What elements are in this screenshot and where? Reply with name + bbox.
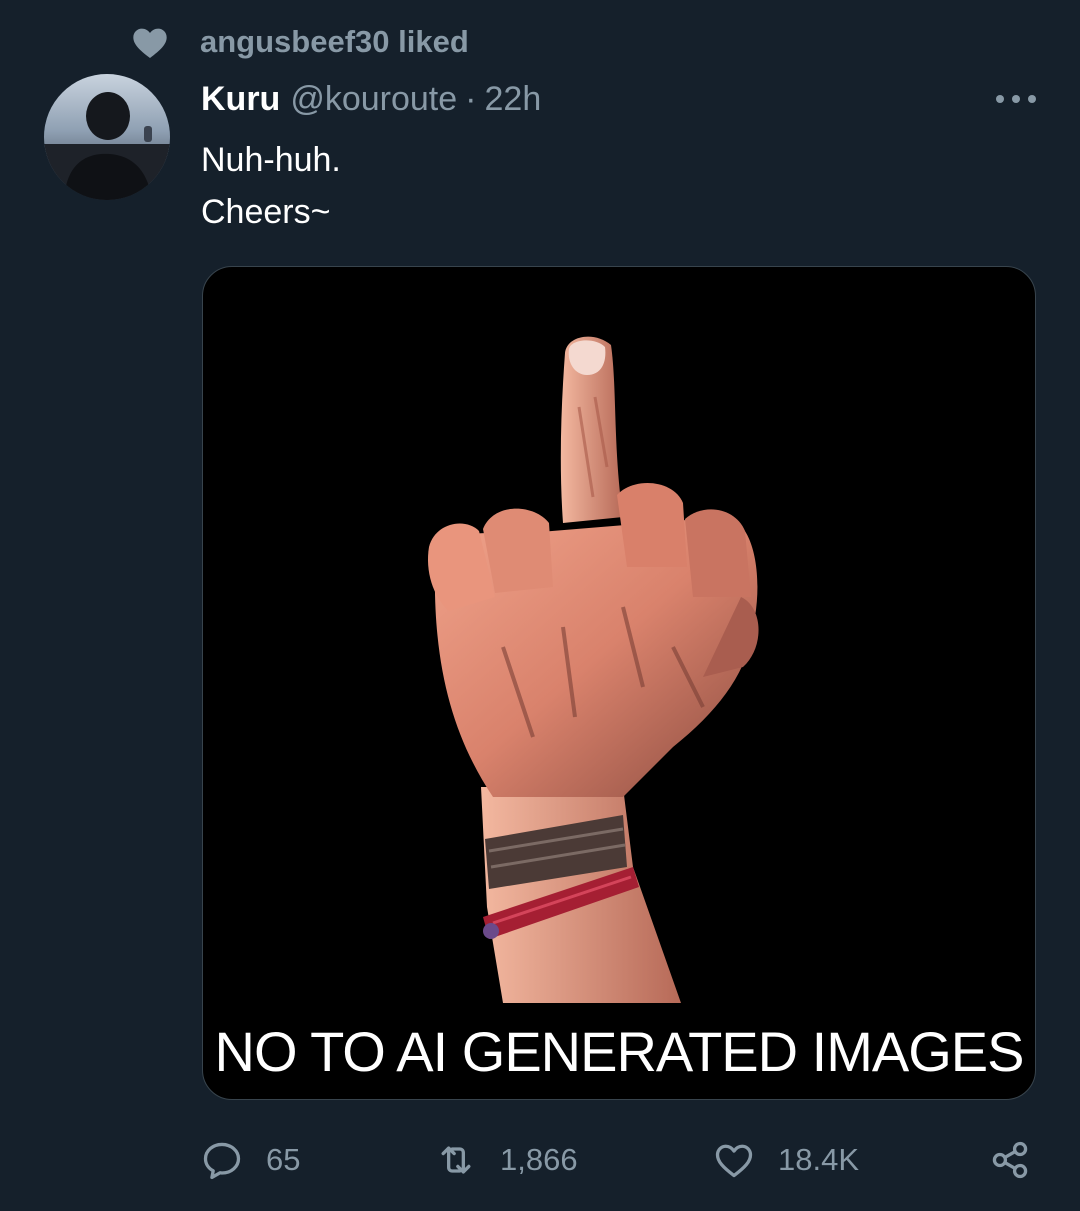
media-caption: NO TO AI GENERATED IMAGES	[214, 1020, 1025, 1083]
separator-dot: ·	[465, 79, 477, 118]
hand-illustration	[427, 336, 759, 1003]
author-display-name[interactable]: Kuru	[201, 80, 280, 119]
avatar[interactable]	[44, 74, 170, 200]
retweet-count: 1,866	[500, 1142, 578, 1177]
tweet-text: Nuh-huh. Cheers~	[201, 134, 341, 238]
retweet-icon	[441, 1146, 471, 1174]
share-icon	[992, 1141, 1028, 1179]
more-options-button[interactable]	[996, 82, 1036, 116]
reply-count: 65	[266, 1142, 301, 1177]
more-dot-icon	[1028, 95, 1036, 103]
tweet-header: Kuru @kouroute · 22h	[201, 76, 541, 122]
author-handle[interactable]: @kouroute	[290, 80, 457, 119]
like-button[interactable]: 18.4K	[712, 1132, 859, 1188]
heart-filled-icon	[133, 28, 167, 58]
reply-icon	[203, 1142, 241, 1180]
avatar-photo	[44, 74, 170, 200]
tweet-text-line: Nuh-huh.	[201, 141, 341, 179]
reply-button[interactable]: 65	[200, 1132, 300, 1188]
more-dot-icon	[1012, 95, 1020, 103]
social-context: angusbeef30 liked	[130, 22, 469, 62]
more-dot-icon	[996, 95, 1004, 103]
like-count: 18.4K	[778, 1142, 860, 1177]
tweet-media[interactable]: NO TO AI GENERATED IMAGES	[202, 266, 1036, 1100]
action-bar: 65 1,866 18.4K	[0, 1132, 1080, 1188]
timestamp[interactable]: 22h	[485, 80, 542, 119]
heart-outline-icon	[715, 1144, 753, 1178]
share-button[interactable]	[988, 1132, 1032, 1188]
retweet-button[interactable]: 1,866	[434, 1132, 578, 1188]
tweet-card[interactable]: angusbeef30 liked Kuru @kouroute · 22h N…	[0, 0, 1080, 1211]
tweet-text-line: Cheers~	[201, 193, 331, 231]
social-context-text[interactable]: angusbeef30 liked	[200, 24, 469, 60]
